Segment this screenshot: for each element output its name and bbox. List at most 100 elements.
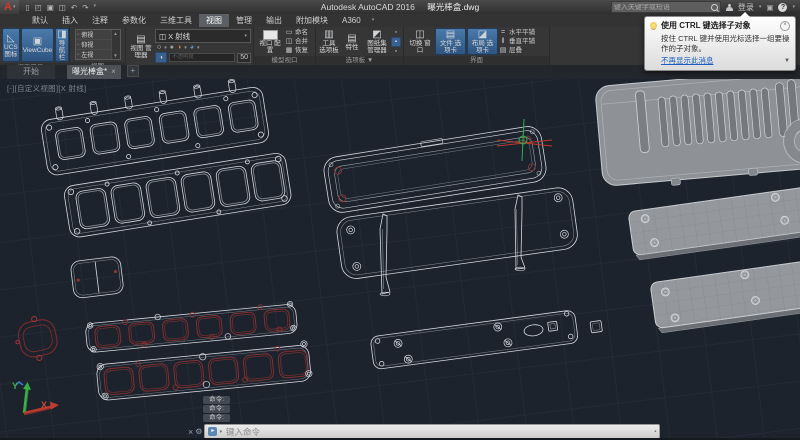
- file-tab-start[interactable]: 开始: [7, 65, 55, 79]
- cad-red-plate-1[interactable]: [85, 301, 298, 353]
- ribbon-options-caret-icon[interactable]: ▾: [372, 14, 375, 27]
- help-caret-icon[interactable]: ▾: [792, 4, 795, 10]
- layout-tabs-icon: ◪: [478, 29, 487, 40]
- tab-default[interactable]: 默认: [25, 14, 55, 27]
- chevron-down-icon[interactable]: ▾: [219, 429, 222, 435]
- opacity-slider[interactable]: 不透明度: [169, 53, 235, 62]
- cad-slotted-box[interactable]: [595, 79, 800, 191]
- tile-horizontal-button[interactable]: = 水平平铺: [499, 29, 535, 37]
- qat-caret-icon[interactable]: ▾: [93, 3, 96, 12]
- xray-toggle-icon[interactable]: ◑: [155, 52, 167, 63]
- panel-label-palettes[interactable]: 选项板 ▼: [316, 56, 403, 65]
- cad-mesh-plate-1[interactable]: [628, 186, 800, 261]
- tab-manage[interactable]: 管理: [229, 14, 259, 27]
- command-history-line: 命令:: [203, 414, 230, 422]
- cad-fin-right[interactable]: [515, 195, 525, 271]
- scroll-up-icon[interactable]: ▲: [113, 31, 117, 36]
- viewcube-button[interactable]: ▣ ViewCube: [21, 28, 55, 62]
- command-input-bar[interactable]: ▸ ▾ ▪: [204, 424, 660, 438]
- panel-label-interface[interactable]: 界面: [404, 56, 549, 65]
- viewport-restore-button[interactable]: ▦ 恢复: [285, 47, 308, 55]
- view-item-left[interactable]: ▫ 左视: [76, 50, 111, 59]
- tab-annotate[interactable]: 注释: [85, 14, 115, 27]
- close-icon[interactable]: ×: [188, 427, 193, 437]
- viewport-join-button[interactable]: ◫ 合并: [285, 38, 308, 46]
- autocad-window: A ▾ ▯ ◰ ▣ ◫ ↶ ↷ ▾ Autodesk AutoCAD 2016 …: [0, 0, 800, 440]
- tab-output[interactable]: 输出: [259, 14, 289, 27]
- app-menu-button[interactable]: A ▾: [0, 0, 19, 14]
- view-manager-button[interactable]: ▤ 视图 管理器: [128, 28, 154, 64]
- tool-palettes-button[interactable]: ▥ 工具 选项板: [318, 28, 340, 55]
- search-icon[interactable]: [711, 4, 718, 11]
- command-input[interactable]: [224, 426, 652, 438]
- exchange-apps-icon[interactable]: ▣: [766, 3, 773, 12]
- model-space-canvas[interactable]: Y X [-][自定义视图][X 射线] 命令: 命令: 命令: × ⚙ ▸ ▾…: [0, 79, 800, 438]
- properties-button[interactable]: ▤ 特性: [341, 28, 363, 55]
- cad-lid-frame[interactable]: [322, 123, 548, 214]
- palette-small-icon-3[interactable]: ▫: [392, 48, 400, 55]
- close-icon[interactable]: ×: [780, 21, 790, 31]
- scroll-down-icon[interactable]: ▼: [113, 53, 117, 58]
- close-icon[interactable]: ×: [111, 65, 116, 79]
- signin-label[interactable]: 登录: [738, 2, 754, 13]
- tab-addins[interactable]: 附加模块: [289, 14, 335, 27]
- signin-caret-icon[interactable]: ▾: [759, 4, 762, 10]
- viewport-config-button[interactable]: 视口 配置: [256, 28, 284, 55]
- sheet-set-manager-button[interactable]: ◩ 图纸集 管理器: [364, 28, 390, 55]
- style-sphere-icon-4[interactable]: ◕: [190, 44, 194, 51]
- plot-icon[interactable]: ◫: [59, 3, 66, 12]
- dont-show-link[interactable]: 不再显示此消息: [661, 55, 784, 66]
- command-prompt-icon[interactable]: ▸: [208, 427, 217, 436]
- cad-fin-left[interactable]: [380, 214, 390, 296]
- file-tab-drawing[interactable]: 曝光棒盒* ×: [67, 65, 121, 79]
- viewport-controls[interactable]: [-][自定义视图][X 射线]: [7, 83, 86, 94]
- style-sphere-icon-2[interactable]: ●: [170, 44, 174, 51]
- chevron-down-icon[interactable]: ▾: [164, 45, 167, 51]
- file-tabs-toggle-button[interactable]: ▤ 文件 选项卡: [435, 28, 466, 55]
- navbar-button[interactable]: ◨ 导航栏: [55, 28, 68, 62]
- view-item-top[interactable]: ▫ 俯视: [76, 30, 111, 40]
- chevron-down-icon[interactable]: ▾: [197, 45, 200, 51]
- help-icon[interactable]: ?: [778, 3, 787, 12]
- help-search-field[interactable]: [611, 1, 721, 13]
- undo-icon[interactable]: ↶: [71, 3, 77, 12]
- layout-tabs-toggle-button[interactable]: ◪ 布局 选项卡: [467, 28, 498, 55]
- view-item-bottom[interactable]: ▫ 仰视: [76, 40, 111, 50]
- new-tab-button[interactable]: +: [127, 65, 139, 77]
- viewport-named-button[interactable]: ▭ 命名: [285, 29, 308, 37]
- chevron-down-icon[interactable]: ▾: [184, 45, 187, 51]
- cad-bottom-plate[interactable]: [370, 310, 579, 370]
- style-sphere-icon-3[interactable]: ◑: [177, 44, 181, 51]
- search-input[interactable]: [614, 4, 711, 11]
- tile-vertical-button[interactable]: ‖ 垂直平铺: [499, 38, 535, 46]
- cad-red-gasket[interactable]: [11, 313, 60, 365]
- ucs-axis-icon[interactable]: Y X: [12, 381, 59, 415]
- views-gallery[interactable]: ▫ 俯视 ▫ 仰视 ▫ 左视 ▲ ▼: [75, 29, 121, 60]
- customize-icon[interactable]: ⚙: [195, 427, 202, 436]
- cascade-button[interactable]: ▤ 层叠: [499, 47, 535, 55]
- palette-small-icon-1[interactable]: ▫: [392, 29, 400, 36]
- cad-drawing: Y X: [0, 79, 800, 438]
- cad-divider-box[interactable]: [70, 256, 124, 299]
- cad-small-square[interactable]: [590, 320, 602, 332]
- cad-base-frame[interactable]: [335, 186, 579, 281]
- chevron-down-icon[interactable]: ▼: [784, 58, 790, 64]
- switch-windows-button[interactable]: ◫ 切换 窗口: [406, 28, 434, 55]
- tab-3d-tools[interactable]: 三维工具: [153, 14, 199, 27]
- new-file-icon[interactable]: ▯: [25, 3, 29, 12]
- redo-icon[interactable]: ↷: [82, 3, 88, 12]
- views-scrollbar[interactable]: ▲ ▼: [111, 30, 120, 59]
- palette-small-icon-2[interactable]: ▪: [391, 37, 401, 47]
- panel-label-model-viewports[interactable]: 模型视口: [254, 56, 315, 65]
- save-icon[interactable]: ▣: [47, 3, 54, 12]
- tab-view[interactable]: 视图: [199, 14, 229, 27]
- tab-a360[interactable]: A360: [335, 14, 368, 27]
- tab-insert[interactable]: 插入: [55, 14, 85, 27]
- ucs-icon-button[interactable]: ◺ UCS 图标: [2, 28, 20, 62]
- cad-mesh-plate-2[interactable]: [650, 258, 800, 334]
- visual-style-dropdown[interactable]: ◫ X 射线 ▾: [155, 29, 251, 43]
- style-sphere-icon-1[interactable]: ○: [157, 44, 161, 51]
- open-file-icon[interactable]: ◰: [35, 3, 42, 12]
- tab-parametric[interactable]: 参数化: [115, 14, 153, 27]
- recent-commands-icon[interactable]: ▪: [654, 429, 656, 435]
